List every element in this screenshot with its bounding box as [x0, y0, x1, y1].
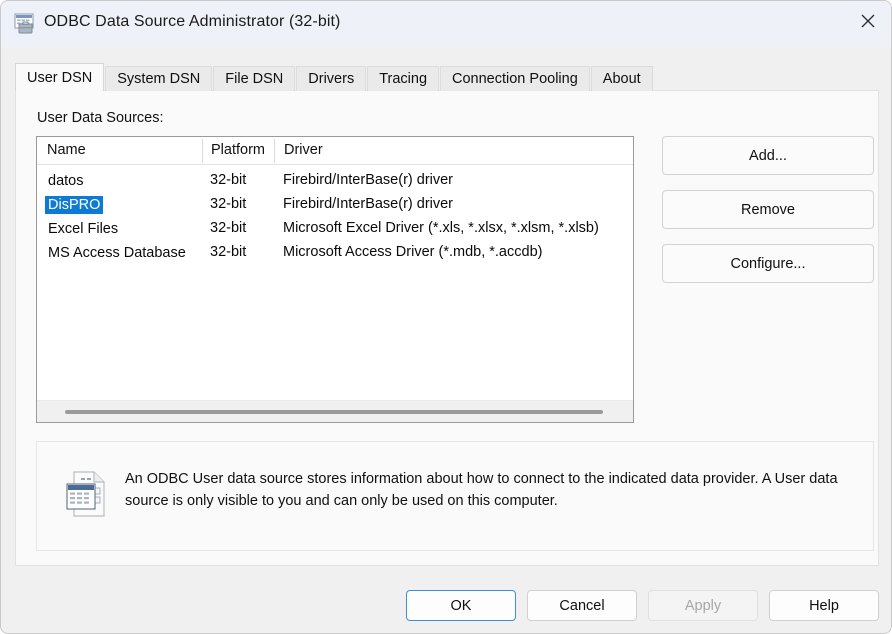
tab-user-dsn[interactable]: User DSN — [15, 63, 104, 91]
cell-platform: 32-bit — [210, 220, 246, 236]
info-panel: An ODBC User data source stores informat… — [36, 441, 874, 551]
user-dsn-panel: User Data Sources: Name Platform Driver … — [15, 90, 879, 566]
cell-platform: 32-bit — [210, 196, 246, 212]
configure-button-label: Configure... — [731, 256, 806, 272]
odbc-datasource-icon — [14, 13, 38, 35]
cancel-button[interactable]: Cancel — [527, 590, 637, 621]
cell-name: MS Access Database — [45, 244, 189, 262]
cell-name: datos — [45, 172, 86, 190]
remove-button-label: Remove — [741, 202, 795, 218]
close-icon — [861, 14, 875, 28]
cell-name: Excel Files — [45, 220, 121, 238]
tab-label: Connection Pooling — [452, 71, 578, 87]
table-row[interactable]: Excel Files 32-bit Microsoft Excel Drive… — [37, 218, 633, 242]
add-button[interactable]: Add... — [662, 136, 874, 175]
cell-platform: 32-bit — [210, 172, 246, 188]
list-header-row: Name Platform Driver — [37, 137, 633, 165]
column-header-platform[interactable]: Platform — [211, 142, 265, 158]
table-row[interactable]: MS Access Database 32-bit Microsoft Acce… — [37, 242, 633, 266]
column-separator[interactable] — [274, 139, 275, 163]
ok-button-label: OK — [451, 598, 472, 614]
tab-label: File DSN — [225, 71, 283, 87]
cell-platform: 32-bit — [210, 244, 246, 260]
cell-driver: Firebird/InterBase(r) driver — [283, 172, 453, 188]
data-source-document-icon — [64, 469, 111, 519]
ok-button[interactable]: OK — [406, 590, 516, 621]
help-button-label: Help — [809, 598, 839, 614]
title-bar: ODBC Data Source Administrator (32-bit) — [1, 1, 891, 47]
tab-file-dsn[interactable]: File DSN — [213, 66, 295, 91]
list-rows: datos 32-bit Firebird/InterBase(r) drive… — [37, 165, 633, 266]
horizontal-scrollbar[interactable] — [37, 400, 633, 422]
tab-label: System DSN — [117, 71, 200, 87]
tab-strip: User DSN System DSN File DSN Drivers Tra… — [15, 63, 653, 91]
tab-connection-pooling[interactable]: Connection Pooling — [440, 66, 590, 91]
tab-system-dsn[interactable]: System DSN — [105, 66, 212, 91]
info-panel-text: An ODBC User data source stores informat… — [125, 468, 845, 512]
column-header-driver[interactable]: Driver — [284, 142, 323, 158]
tab-label: Drivers — [308, 71, 354, 87]
configure-button[interactable]: Configure... — [662, 244, 874, 283]
cell-name: DisPRO — [45, 196, 103, 214]
tab-label: User DSN — [27, 70, 92, 86]
tab-label: Tracing — [379, 71, 427, 87]
data-sources-list[interactable]: Name Platform Driver datos 32-bit Firebi… — [36, 136, 634, 423]
apply-button: Apply — [648, 590, 758, 621]
add-button-label: Add... — [749, 148, 787, 164]
remove-button[interactable]: Remove — [662, 190, 874, 229]
table-row[interactable]: DisPRO 32-bit Firebird/InterBase(r) driv… — [37, 194, 633, 218]
apply-button-label: Apply — [685, 598, 721, 614]
help-button[interactable]: Help — [769, 590, 879, 621]
tab-label: About — [603, 71, 641, 87]
column-separator[interactable] — [202, 139, 203, 163]
user-data-sources-label: User Data Sources: — [37, 110, 164, 126]
tab-drivers[interactable]: Drivers — [296, 66, 366, 91]
odbc-administrator-window: ODBC Data Source Administrator (32-bit) … — [0, 0, 892, 634]
window-title: ODBC Data Source Administrator (32-bit) — [44, 13, 340, 31]
cell-driver: Microsoft Access Driver (*.mdb, *.accdb) — [283, 244, 542, 260]
tab-about[interactable]: About — [591, 66, 653, 91]
cell-driver: Microsoft Excel Driver (*.xls, *.xlsx, *… — [283, 220, 599, 236]
scrollbar-thumb[interactable] — [65, 410, 603, 414]
cell-driver: Firebird/InterBase(r) driver — [283, 196, 453, 212]
column-header-name[interactable]: Name — [47, 142, 86, 158]
tab-tracing[interactable]: Tracing — [367, 66, 439, 91]
close-button[interactable] — [844, 1, 891, 41]
cancel-button-label: Cancel — [559, 598, 604, 614]
table-row[interactable]: datos 32-bit Firebird/InterBase(r) drive… — [37, 170, 633, 194]
